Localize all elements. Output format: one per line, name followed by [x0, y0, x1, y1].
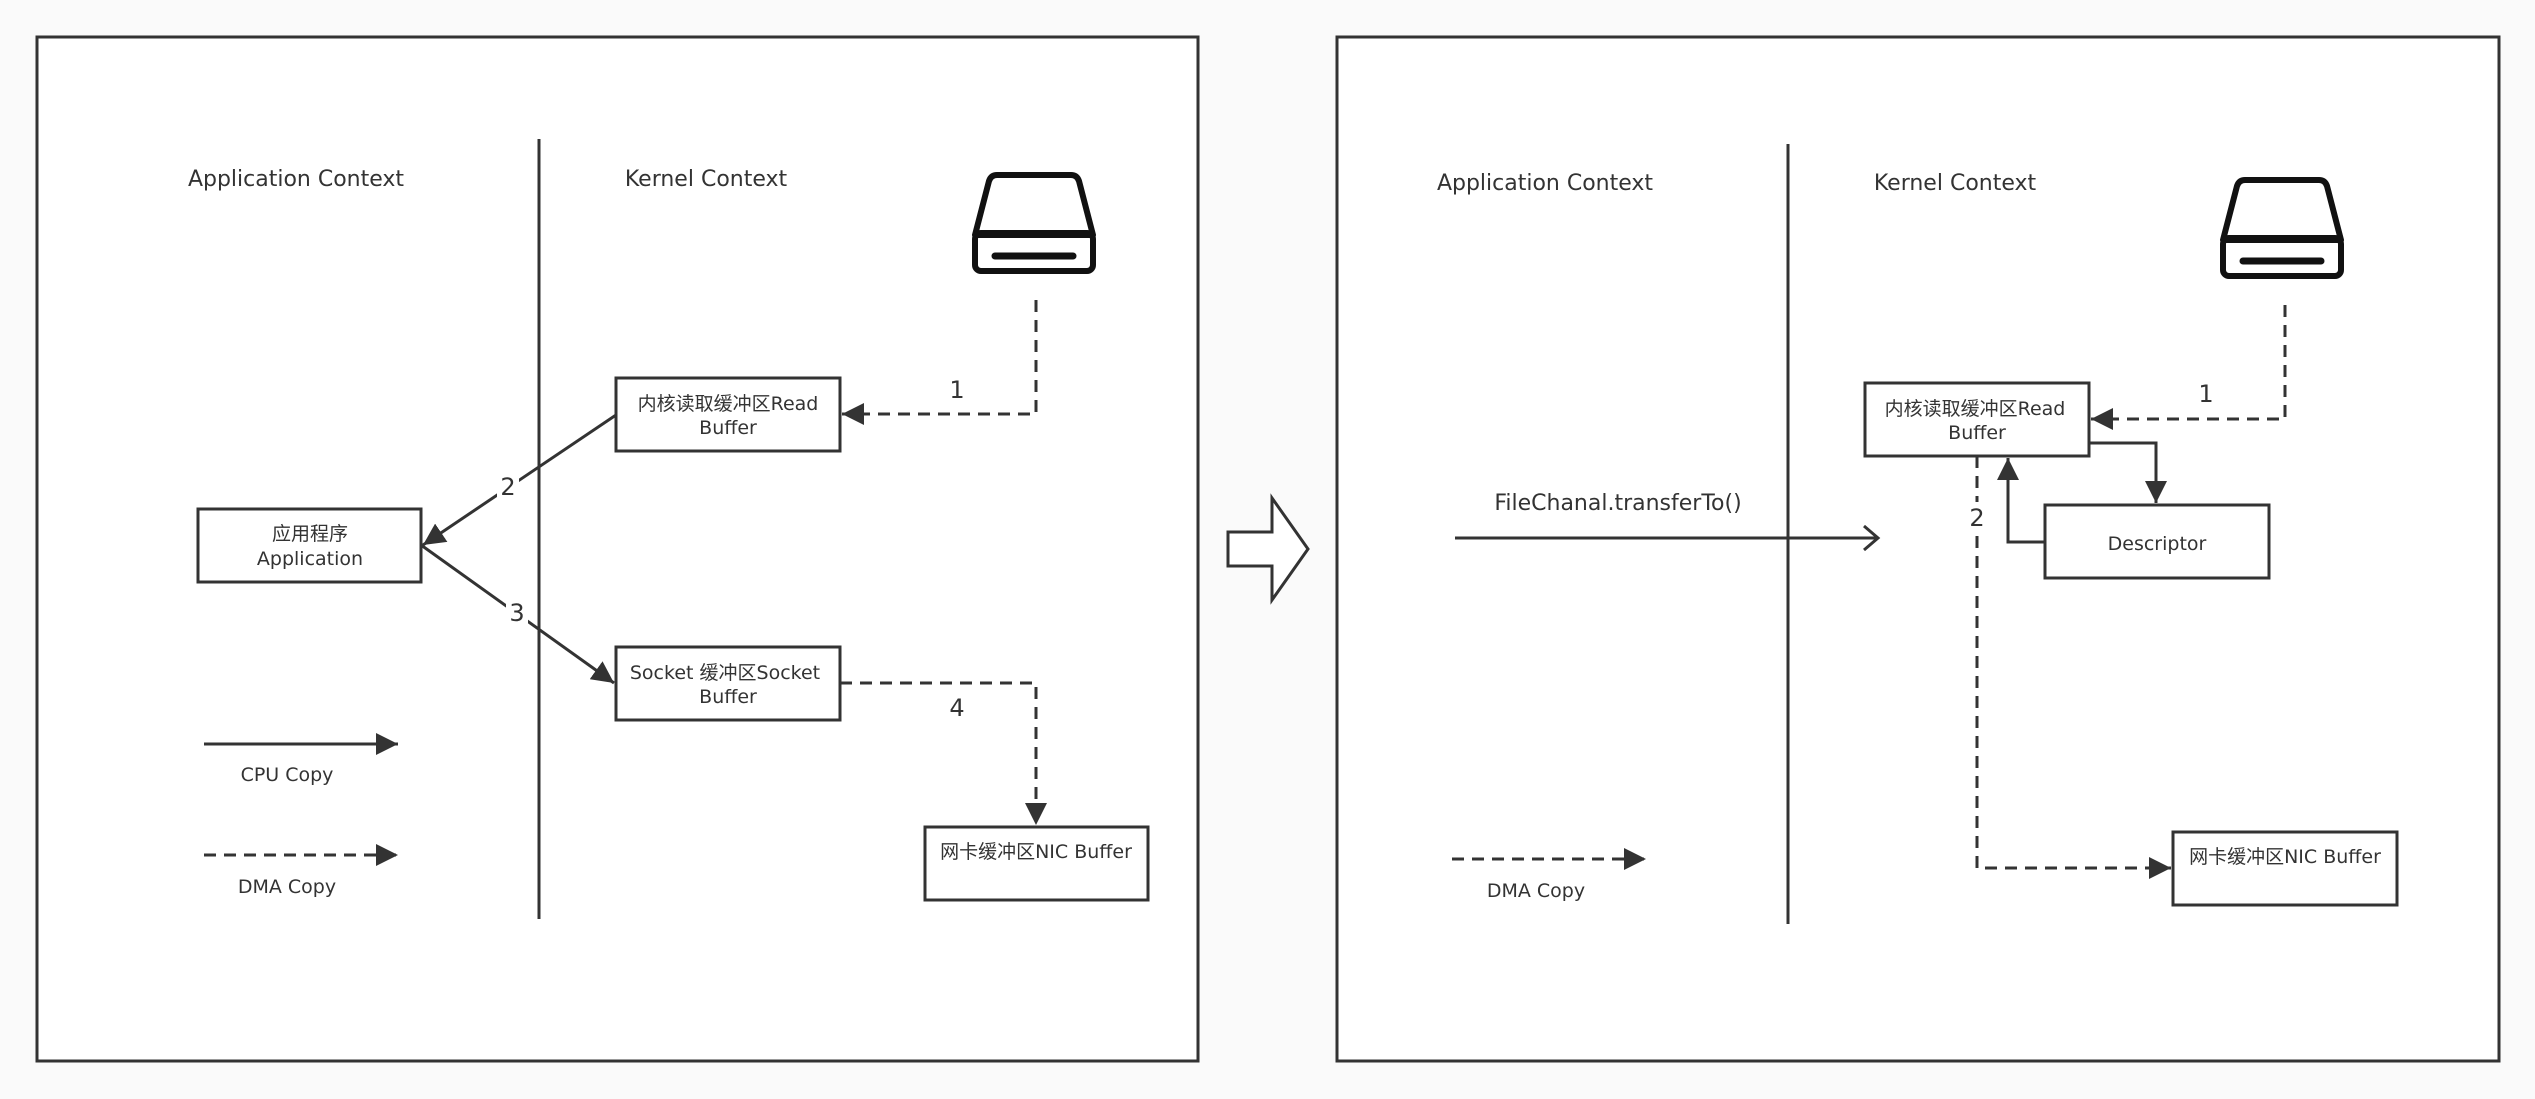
svg-text:Buffer: Buffer — [699, 417, 757, 439]
kernel-context-label: Kernel Context — [625, 167, 788, 192]
step-label-4: 4 — [949, 694, 964, 722]
transfer-to-call-label: FileChanal.transferTo() — [1494, 491, 1741, 516]
svg-text:Application: Application — [257, 548, 363, 570]
legend-dma-copy-label: DMA Copy — [1487, 880, 1585, 902]
read-buffer-box: 内核读取缓冲区Read Buffer — [614, 376, 842, 453]
svg-text:Buffer: Buffer — [1948, 422, 2006, 444]
left-panel: Application Context Kernel Context 内核读取缓… — [35, 35, 1200, 1063]
svg-text:Buffer: Buffer — [699, 686, 757, 708]
svg-text:内核读取缓冲区Read: 内核读取缓冲区Read — [638, 393, 819, 415]
svg-text:网卡缓冲区NIC Buffer: 网卡缓冲区NIC Buffer — [940, 841, 1132, 863]
nic-buffer-box: 网卡缓冲区NIC Buffer — [923, 825, 1150, 902]
svg-text:Descriptor: Descriptor — [2108, 533, 2207, 555]
legend-cpu-copy-label: CPU Copy — [241, 764, 334, 786]
svg-text:内核读取缓冲区Read: 内核读取缓冲区Read — [1885, 398, 2066, 420]
application-context-label: Application Context — [188, 167, 404, 192]
kernel-context-label: Kernel Context — [1874, 171, 2037, 196]
step-label-3: 3 — [509, 599, 524, 627]
read-buffer-box: 内核读取缓冲区Read Buffer — [1863, 381, 2091, 458]
right-panel: Application Context Kernel Context FileC… — [1335, 35, 2501, 1063]
svg-text:应用程序: 应用程序 — [272, 523, 348, 545]
application-context-label: Application Context — [1437, 171, 1653, 196]
descriptor-box: Descriptor — [2043, 503, 2271, 580]
svg-text:Socket 缓冲区Socket: Socket 缓冲区Socket — [630, 662, 820, 684]
step-label-2: 2 — [500, 473, 515, 501]
step-label-1: 1 — [949, 376, 964, 404]
step-label-1: 1 — [2198, 380, 2213, 408]
step-label-2: 2 — [1969, 504, 1984, 532]
application-box: 应用程序 Application — [196, 507, 423, 584]
nic-buffer-box: 网卡缓冲区NIC Buffer — [2171, 830, 2399, 907]
diagram-canvas: Application Context Kernel Context 内核读取缓… — [35, 35, 2501, 1063]
legend-dma-copy-label: DMA Copy — [238, 876, 336, 898]
svg-text:网卡缓冲区NIC Buffer: 网卡缓冲区NIC Buffer — [2189, 846, 2381, 868]
right-arrow-icon — [1226, 493, 1310, 605]
socket-buffer-box: Socket 缓冲区Socket Buffer — [614, 645, 842, 722]
